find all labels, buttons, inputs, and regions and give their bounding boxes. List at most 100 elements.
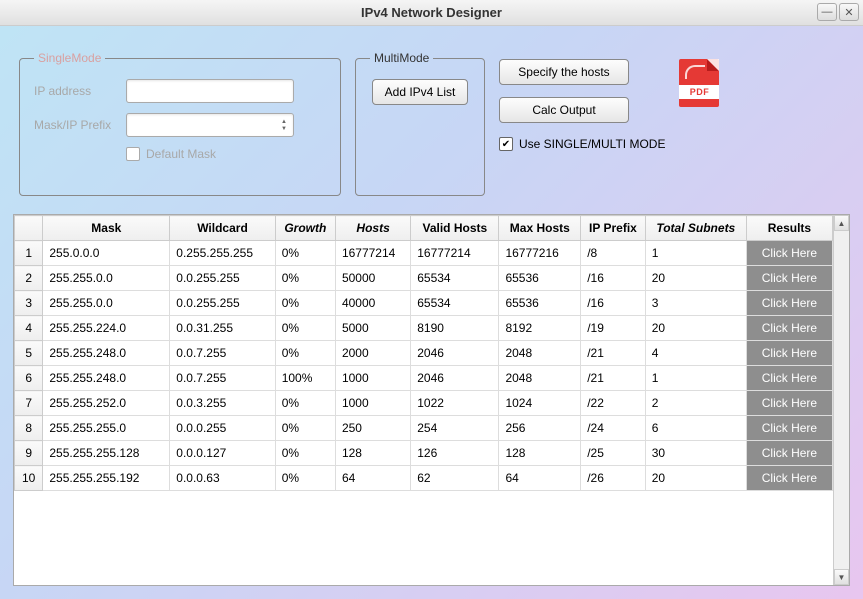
cell-prefix: /26 (581, 466, 646, 491)
cell-subnets: 30 (645, 441, 746, 466)
cell-subnets: 20 (645, 466, 746, 491)
results-button[interactable]: Click Here (746, 416, 832, 441)
col-mask[interactable]: Mask (43, 216, 170, 241)
row-number: 10 (15, 466, 43, 491)
cell-hosts: 16777214 (335, 241, 410, 266)
table-row[interactable]: 6255.255.248.00.0.7.255100%100020462048/… (15, 366, 833, 391)
row-number: 7 (15, 391, 43, 416)
cell-hosts: 128 (335, 441, 410, 466)
col-growth[interactable]: Growth (275, 216, 335, 241)
minimize-button[interactable]: — (817, 3, 837, 21)
cell-valid: 254 (411, 416, 499, 441)
cell-prefix: /24 (581, 416, 646, 441)
table-row[interactable]: 9255.255.255.1280.0.0.1270%128126128/253… (15, 441, 833, 466)
cell-prefix: /25 (581, 441, 646, 466)
cell-prefix: /22 (581, 391, 646, 416)
cell-prefix: /16 (581, 291, 646, 316)
table-row[interactable]: 3255.255.0.00.0.255.2550%400006553465536… (15, 291, 833, 316)
table-row[interactable]: 1255.0.0.00.255.255.2550%167772141677721… (15, 241, 833, 266)
results-button[interactable]: Click Here (746, 466, 832, 491)
mask-prefix-label: Mask/IP Prefix (34, 118, 126, 132)
cell-hosts: 64 (335, 466, 410, 491)
table-row[interactable]: 7255.255.252.00.0.3.2550%100010221024/22… (15, 391, 833, 416)
cell-valid: 62 (411, 466, 499, 491)
default-mask-checkbox[interactable] (126, 147, 140, 161)
cell-mask: 255.255.255.0 (43, 416, 170, 441)
cell-max: 128 (499, 441, 581, 466)
cell-subnets: 4 (645, 341, 746, 366)
cell-mask: 255.255.248.0 (43, 341, 170, 366)
results-button[interactable]: Click Here (746, 391, 832, 416)
row-number: 8 (15, 416, 43, 441)
ip-address-input[interactable] (126, 79, 294, 103)
col-hosts[interactable]: Hosts (335, 216, 410, 241)
scroll-down-icon[interactable]: ▼ (834, 569, 849, 585)
cell-max: 2048 (499, 341, 581, 366)
cell-hosts: 2000 (335, 341, 410, 366)
cell-growth: 0% (275, 441, 335, 466)
table-row[interactable]: 8255.255.255.00.0.0.2550%250254256/246Cl… (15, 416, 833, 441)
ip-address-label: IP address (34, 84, 126, 98)
cell-mask: 255.255.248.0 (43, 366, 170, 391)
col-ip-prefix[interactable]: IP Prefix (581, 216, 646, 241)
col-max-hosts[interactable]: Max Hosts (499, 216, 581, 241)
calc-output-button[interactable]: Calc Output (499, 97, 629, 123)
cell-max: 256 (499, 416, 581, 441)
cell-subnets: 3 (645, 291, 746, 316)
row-number: 5 (15, 341, 43, 366)
multi-mode-legend: MultiMode (370, 51, 433, 65)
window-title: IPv4 Network Designer (0, 5, 863, 20)
cell-valid: 16777214 (411, 241, 499, 266)
results-button[interactable]: Click Here (746, 291, 832, 316)
vertical-scrollbar[interactable]: ▲ ▼ (833, 215, 849, 585)
cell-valid: 126 (411, 441, 499, 466)
results-button[interactable]: Click Here (746, 366, 832, 391)
results-button[interactable]: Click Here (746, 441, 832, 466)
use-mode-checkbox[interactable]: ✔ (499, 137, 513, 151)
cell-max: 64 (499, 466, 581, 491)
col-wildcard[interactable]: Wildcard (170, 216, 275, 241)
cell-growth: 0% (275, 241, 335, 266)
close-button[interactable]: ✕ (839, 3, 859, 21)
table-row[interactable]: 5255.255.248.00.0.7.2550%200020462048/21… (15, 341, 833, 366)
cell-hosts: 5000 (335, 316, 410, 341)
col-valid-hosts[interactable]: Valid Hosts (411, 216, 499, 241)
cell-growth: 0% (275, 416, 335, 441)
results-button[interactable]: Click Here (746, 316, 832, 341)
cell-wildcard: 0.0.3.255 (170, 391, 275, 416)
cell-wildcard: 0.0.31.255 (170, 316, 275, 341)
cell-mask: 255.255.255.192 (43, 466, 170, 491)
cell-max: 65536 (499, 266, 581, 291)
add-ipv4-list-button[interactable]: Add IPv4 List (372, 79, 469, 105)
cell-wildcard: 0.0.7.255 (170, 341, 275, 366)
results-button[interactable]: Click Here (746, 241, 832, 266)
row-number: 4 (15, 316, 43, 341)
results-button[interactable]: Click Here (746, 266, 832, 291)
cell-prefix: /21 (581, 341, 646, 366)
cell-hosts: 1000 (335, 366, 410, 391)
col-results[interactable]: Results (746, 216, 832, 241)
cell-mask: 255.255.224.0 (43, 316, 170, 341)
scroll-up-icon[interactable]: ▲ (834, 215, 849, 231)
cell-max: 8192 (499, 316, 581, 341)
single-mode-group: SingleMode IP address Mask/IP Prefix ▲▼ … (19, 51, 341, 196)
cell-mask: 255.0.0.0 (43, 241, 170, 266)
cell-prefix: /16 (581, 266, 646, 291)
specify-hosts-button[interactable]: Specify the hosts (499, 59, 629, 85)
cell-wildcard: 0.0.0.127 (170, 441, 275, 466)
col-total-subnets[interactable]: Total Subnets (645, 216, 746, 241)
row-number: 3 (15, 291, 43, 316)
cell-growth: 0% (275, 291, 335, 316)
results-table: Mask Wildcard Growth Hosts Valid Hosts M… (14, 215, 833, 491)
cell-hosts: 40000 (335, 291, 410, 316)
cell-valid: 2046 (411, 341, 499, 366)
table-row[interactable]: 2255.255.0.00.0.255.2550%500006553465536… (15, 266, 833, 291)
table-row[interactable]: 10255.255.255.1920.0.0.630%646264/2620Cl… (15, 466, 833, 491)
pdf-icon[interactable]: PDF (679, 59, 719, 107)
results-button[interactable]: Click Here (746, 341, 832, 366)
mask-prefix-select[interactable]: ▲▼ (126, 113, 294, 137)
cell-valid: 1022 (411, 391, 499, 416)
default-mask-label: Default Mask (146, 147, 216, 161)
cell-wildcard: 0.0.0.63 (170, 466, 275, 491)
table-row[interactable]: 4255.255.224.00.0.31.2550%500081908192/1… (15, 316, 833, 341)
